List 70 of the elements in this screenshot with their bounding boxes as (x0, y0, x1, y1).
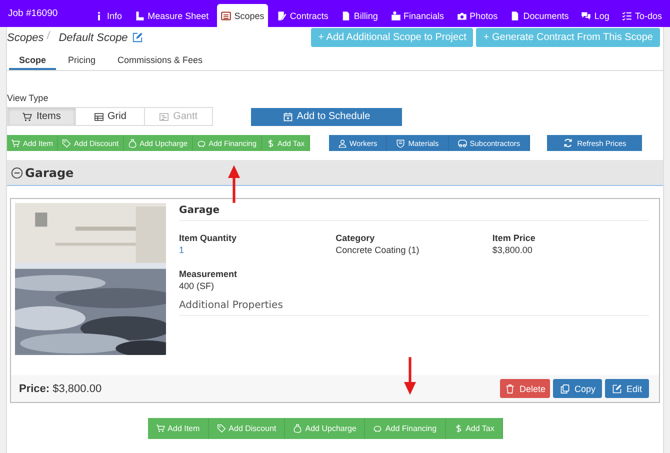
field-value: Concrete Coating (1) (336, 245, 420, 255)
action-button[interactable]: Add Item (148, 418, 209, 439)
pen-document-icon (276, 10, 287, 20)
cart-icon (22, 112, 32, 122)
field-label: Item Quantity (179, 233, 238, 243)
calendar-icon (282, 112, 293, 122)
shield-icon (396, 138, 406, 148)
nav-tab[interactable]: Log (577, 4, 614, 27)
nav-tab[interactable]: To-dos (618, 4, 666, 27)
tag-icon (216, 424, 226, 433)
annotation-arrow (404, 357, 416, 395)
cart-icon (11, 138, 20, 148)
nav-tab[interactable]: Scopes (217, 4, 268, 27)
money-bag-icon (293, 424, 302, 433)
gantt-icon (159, 112, 170, 122)
money-bag-icon (128, 138, 137, 148)
item-title: Garage (179, 203, 649, 221)
scope-name: Default Scope (58, 32, 128, 44)
action-button[interactable]: Add Financing (365, 418, 446, 439)
checklist-icon (622, 10, 632, 20)
tab[interactable]: Commissions & Fees (108, 52, 213, 70)
action-button[interactable]: Add Tax (446, 418, 504, 439)
grid-icon (94, 112, 104, 122)
ruler-icon (134, 10, 145, 20)
field-link[interactable]: 1 (179, 245, 184, 255)
nav-tab[interactable]: Measure Sheet (130, 4, 213, 27)
tab[interactable]: Pricing (58, 52, 106, 70)
nav-tab[interactable]: Documents (506, 4, 573, 27)
list-icon (221, 10, 232, 20)
section-title: Garage (25, 166, 74, 180)
camera-icon (456, 10, 467, 20)
minus-circle-icon[interactable] (11, 166, 23, 178)
edit-icon (612, 384, 622, 394)
refresh-icon (563, 138, 574, 148)
action-button[interactable]: Add Upcharge (285, 418, 366, 439)
item-price: Price: $3,800.00 (19, 382, 102, 394)
item-action-button[interactable]: Delete (500, 379, 550, 398)
copy-icon (560, 384, 570, 394)
document-icon (510, 10, 520, 20)
cart-icon (156, 424, 165, 433)
annotation-arrow (228, 165, 240, 203)
subheading: Additional Properties (179, 300, 649, 316)
edit-icon[interactable] (132, 32, 143, 43)
action-button[interactable]: Add Discount (208, 418, 286, 439)
item-action-button[interactable]: Copy (553, 379, 602, 398)
tag-icon (62, 138, 72, 148)
trash-icon (505, 384, 516, 394)
chat-icon (581, 10, 592, 20)
nav-tab[interactable]: Billing (336, 4, 382, 27)
dollar-icon (454, 424, 463, 433)
field-label: Measurement (179, 269, 238, 279)
nav-tab[interactable]: Info (90, 4, 126, 27)
document-icon (340, 10, 351, 20)
dollar-icon (266, 138, 275, 148)
truck-icon (458, 138, 467, 148)
field-label: Category (336, 233, 376, 243)
view-type-option[interactable]: Items (8, 108, 76, 125)
field-value: 400 (SF) (179, 281, 216, 291)
field-label: Item Price (492, 233, 536, 243)
tab[interactable]: Scope (9, 52, 56, 70)
view-type-label: View Type (7, 93, 48, 103)
nav-tab[interactable]: Photos (452, 4, 502, 27)
field-value: $3,800.00 (492, 245, 534, 255)
job-number: Job #16090 (8, 8, 59, 19)
nav-tab[interactable]: Financials (386, 4, 448, 27)
nav-tab[interactable]: Contracts (272, 4, 332, 27)
item-action-button[interactable]: Edit (605, 379, 649, 398)
person-icon (338, 138, 346, 148)
add-to-schedule-button[interactable]: Add to Schedule (251, 108, 402, 126)
breadcrumb-link[interactable]: Scopes (7, 32, 44, 44)
